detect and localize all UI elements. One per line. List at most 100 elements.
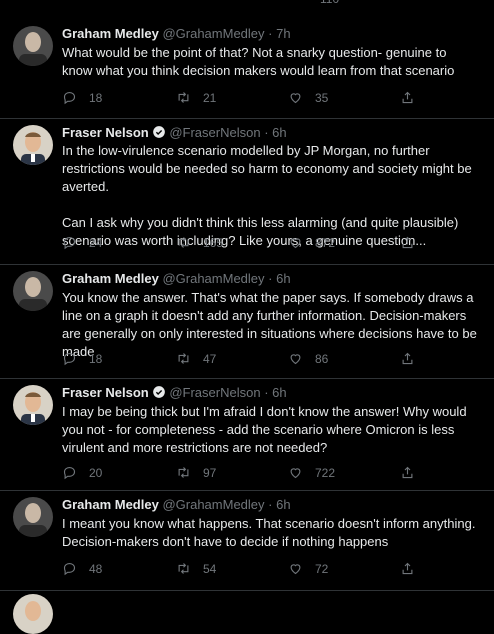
retweet-button[interactable]: 21: [176, 90, 216, 105]
reply-button[interactable]: 18: [62, 351, 102, 366]
avatar[interactable]: [13, 385, 53, 425]
tweet-actions: 48 54 72: [62, 561, 422, 577]
reply-button[interactable]: 48: [62, 561, 102, 576]
like-count: 86: [315, 351, 329, 366]
tweet-header: Fraser Nelson @FraserNelson · 6h: [62, 125, 287, 141]
share-icon: [402, 562, 413, 575]
display-name[interactable]: Fraser Nelson: [62, 385, 149, 400]
like-button[interactable]: 86: [288, 351, 328, 366]
separator-dot: ·: [264, 125, 269, 140]
share-button[interactable]: [400, 351, 427, 366]
retweet-count: 97: [203, 465, 217, 480]
timestamp[interactable]: 6h: [272, 125, 286, 140]
previous-tweet-actions: 110: [0, 0, 494, 12]
reply-count: 48: [89, 561, 103, 576]
avatar[interactable]: [13, 594, 53, 634]
tweet-text: I meant you know what happens. That scen…: [62, 515, 477, 551]
timestamp[interactable]: 6h: [272, 385, 286, 400]
avatar[interactable]: [13, 125, 53, 165]
tweet-actions: 18 47 86: [62, 351, 422, 367]
reply-icon: [63, 562, 76, 576]
share-button[interactable]: [400, 235, 427, 250]
tweet-text: What would be the point of that? Not a s…: [62, 44, 477, 80]
retweet-icon: [178, 467, 189, 478]
reply-button[interactable]: 24: [62, 235, 102, 250]
reply-count: 20: [89, 465, 103, 480]
like-button[interactable]: 35: [288, 90, 328, 105]
tweet-actions: 20 97 722: [62, 465, 422, 481]
reply-button[interactable]: 20: [62, 465, 102, 480]
tweet-header: Graham Medley @GrahamMedley · 6h: [62, 271, 291, 287]
retweet-count: 165: [203, 235, 224, 250]
separator-dot: ·: [268, 497, 273, 512]
share-icon: [402, 352, 413, 365]
share-icon: [402, 236, 413, 249]
reply-count: 18: [89, 90, 103, 105]
separator-dot: ·: [268, 26, 273, 41]
heart-icon: [290, 93, 301, 104]
tweet[interactable]: Fraser Nelson @FraserNelson · 6h In the …: [0, 119, 494, 265]
reply-icon: [63, 236, 76, 250]
display-name[interactable]: Graham Medley: [62, 26, 159, 41]
like-count: 35: [315, 90, 329, 105]
tweet-paragraph: I meant you know what happens. That scen…: [62, 516, 476, 549]
retweet-button[interactable]: 54: [176, 561, 216, 576]
timestamp[interactable]: 6h: [276, 271, 290, 286]
retweet-button[interactable]: 165: [176, 235, 223, 250]
share-button[interactable]: [400, 465, 427, 480]
heart-icon: [290, 468, 301, 479]
like-count: 722: [315, 465, 336, 480]
user-handle[interactable]: @GrahamMedley: [162, 271, 264, 286]
display-name[interactable]: Graham Medley: [62, 271, 159, 286]
reply-count: 24: [89, 235, 103, 250]
retweet-icon: [178, 353, 189, 364]
like-button[interactable]: 722: [288, 465, 335, 480]
like-button[interactable]: 872: [288, 235, 335, 250]
timestamp[interactable]: 6h: [276, 497, 290, 512]
heart-icon: [290, 354, 301, 365]
retweet-button[interactable]: 97: [176, 465, 216, 480]
avatar[interactable]: [13, 271, 53, 311]
reply-icon: [63, 91, 76, 105]
retweet-count: 54: [203, 561, 217, 576]
heart-icon: [290, 564, 301, 575]
user-handle[interactable]: @GrahamMedley: [162, 26, 264, 41]
verified-badge-icon: [152, 126, 165, 138]
timestamp[interactable]: 7h: [276, 26, 290, 41]
share-button[interactable]: [400, 561, 427, 576]
share-icon: [402, 91, 413, 104]
user-handle[interactable]: @FraserNelson: [169, 125, 260, 140]
reply-count: 18: [89, 351, 103, 366]
like-count: 72: [315, 561, 329, 576]
retweet-icon: [178, 237, 189, 248]
tweet-text: In the low-virulence scenario modelled b…: [62, 142, 477, 250]
separator-dot: ·: [268, 271, 273, 286]
tweet-header: Fraser Nelson @FraserNelson · 6h: [62, 385, 287, 401]
tweet[interactable]: Graham Medley @GrahamMedley · 7h What wo…: [0, 14, 494, 119]
tweet[interactable]: Graham Medley @GrahamMedley · 6h You kno…: [0, 265, 494, 379]
avatar[interactable]: [13, 497, 53, 537]
user-handle[interactable]: @GrahamMedley: [162, 497, 264, 512]
reply-icon: [63, 466, 76, 480]
like-button[interactable]: 72: [288, 561, 328, 576]
avatar[interactable]: [13, 26, 53, 66]
retweet-button[interactable]: 47: [176, 351, 216, 366]
like-count: 872: [315, 235, 336, 250]
tweet[interactable]: Fraser Nelson @FraserNelson · 6h I may b…: [0, 379, 494, 491]
tweet-actions: 24 165 872: [62, 235, 422, 251]
tweet-text: I may be being thick but I'm afraid I do…: [62, 403, 477, 457]
share-button[interactable]: [400, 90, 427, 105]
tweet-paragraph: I may be being thick but I'm afraid I do…: [62, 404, 467, 455]
heart-icon: [290, 238, 301, 249]
retweet-count: 47: [203, 351, 217, 366]
display-name[interactable]: Fraser Nelson: [62, 125, 149, 140]
tweet-paragraph: What would be the point of that? Not a s…: [62, 45, 455, 78]
reply-button[interactable]: 18: [62, 90, 102, 105]
tweet-header: Graham Medley @GrahamMedley · 6h: [62, 497, 291, 513]
user-handle[interactable]: @FraserNelson: [169, 385, 260, 400]
display-name[interactable]: Graham Medley: [62, 497, 159, 512]
reply-icon: [63, 352, 76, 366]
tweet-actions: 18 21 35: [62, 90, 422, 106]
retweet-count: 21: [203, 90, 217, 105]
tweet[interactable]: Graham Medley @GrahamMedley · 6h I meant…: [0, 491, 494, 591]
